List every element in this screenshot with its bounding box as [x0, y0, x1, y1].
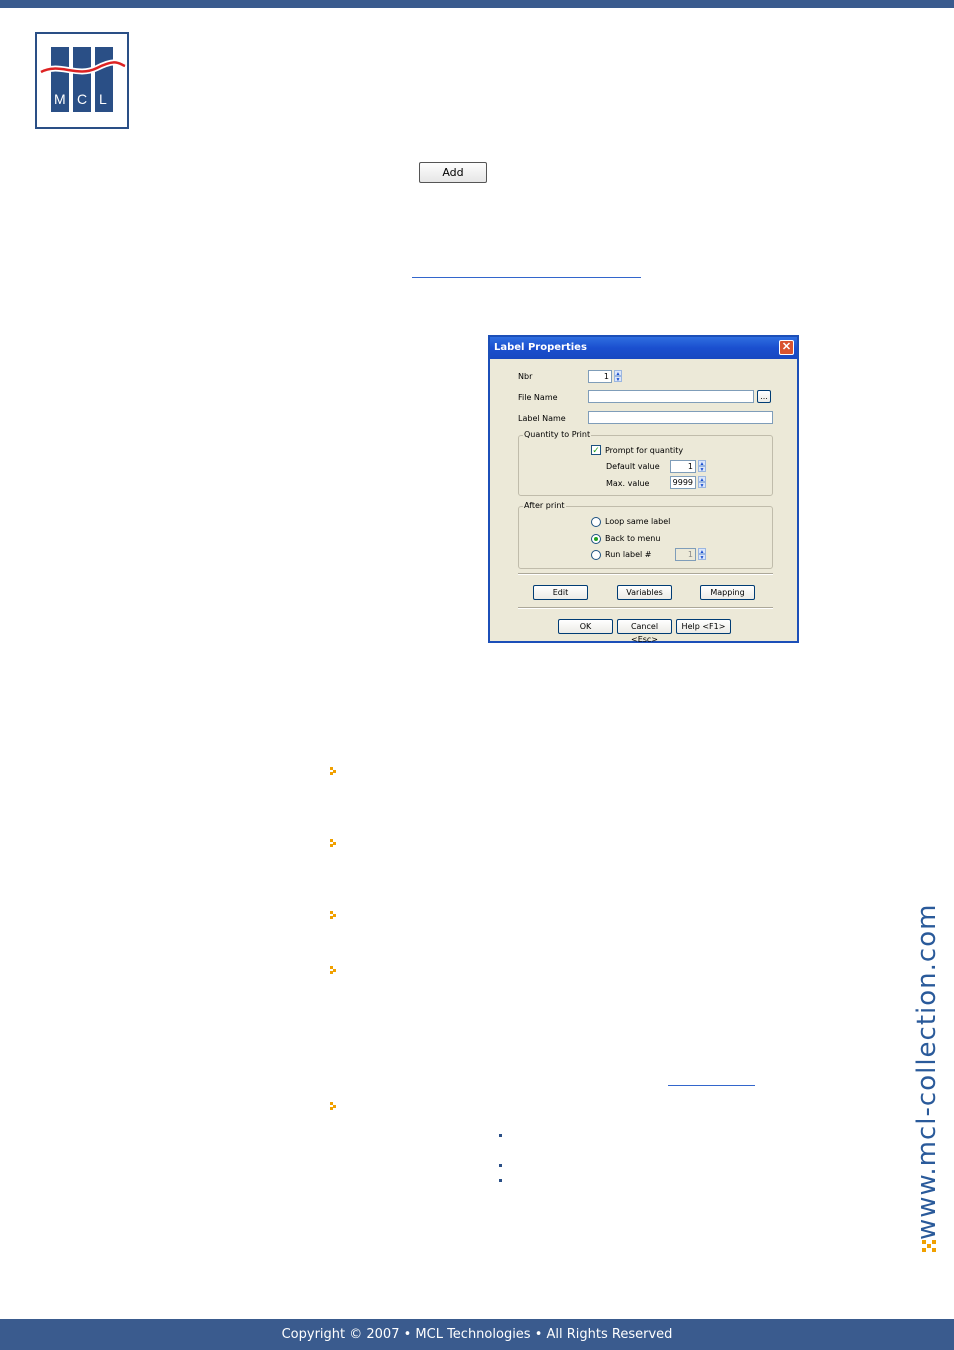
- run-label-radio[interactable]: [591, 550, 601, 560]
- dialog-title: Label Properties: [494, 342, 587, 353]
- max-value-field[interactable]: 9999: [670, 476, 696, 489]
- hyperlink-underline[interactable]: [412, 277, 641, 278]
- logo-letter-l: L: [99, 91, 107, 107]
- run-label-spinner[interactable]: ▲ ▼: [698, 548, 706, 561]
- max-value-spinner[interactable]: ▲ ▼: [698, 476, 706, 489]
- edit-button[interactable]: Edit: [533, 585, 588, 600]
- cancel-button[interactable]: Cancel <Esc>: [617, 619, 672, 644]
- ok-button[interactable]: OK: [558, 619, 613, 634]
- mapping-button[interactable]: Mapping: [700, 585, 755, 600]
- label-name-field[interactable]: [588, 411, 773, 424]
- prompt-label: Prompt for quantity: [605, 446, 684, 455]
- label-properties-dialog: Label Properties ✕ Nbr 1 ▲ ▼ File Name ..…: [488, 335, 799, 644]
- dialog-titlebar[interactable]: Label Properties ✕: [490, 337, 797, 359]
- bullet-arrow-icon: [330, 966, 336, 974]
- quantity-group-title: Quantity to Print: [523, 430, 592, 439]
- sub-bullet-icon: [499, 1179, 502, 1182]
- separator: [518, 573, 773, 575]
- loop-same-label-radio[interactable]: [591, 517, 601, 527]
- back-to-menu-label: Back to menu: [605, 534, 661, 543]
- default-value-field[interactable]: 1: [670, 460, 696, 473]
- logo-letter-c: C: [77, 91, 87, 107]
- help-button[interactable]: Help <F1>: [676, 619, 731, 634]
- after-print-group-title: After print: [523, 501, 566, 510]
- file-name-label: File Name: [518, 393, 558, 402]
- nbr-field[interactable]: 1: [588, 370, 612, 383]
- website-url: www.mcl-collection.com: [912, 903, 942, 1240]
- run-label-value: 1: [687, 550, 693, 559]
- default-value-spinner[interactable]: ▲ ▼: [698, 460, 706, 473]
- mcl-logo: M C L TECHNOLOGIES: [35, 32, 129, 129]
- run-label-field[interactable]: 1: [675, 548, 696, 561]
- copyright-text: Copyright © 2007 • MCL Technologies • Al…: [281, 1327, 673, 1342]
- add-button[interactable]: Add: [419, 162, 487, 183]
- max-value: 9999: [672, 478, 693, 487]
- nbr-label: Nbr: [518, 372, 533, 381]
- bullet-arrow-icon: [330, 1102, 336, 1110]
- loop-same-label-label: Loop same label: [605, 517, 671, 526]
- separator: [518, 607, 773, 609]
- bullet-arrow-icon: [330, 911, 336, 919]
- bullet-arrow-icon: [330, 767, 336, 775]
- logo-letter-m: M: [54, 91, 66, 107]
- sub-bullet-icon: [499, 1164, 502, 1167]
- hyperlink-underline[interactable]: [668, 1085, 755, 1086]
- prompt-checkbox[interactable]: ✓: [591, 445, 601, 455]
- run-label-label: Run label #: [605, 550, 652, 559]
- logo-subtitle: TECHNOLOGIES: [50, 113, 114, 122]
- bullet-arrow-icon: [330, 839, 336, 847]
- nbr-spinner[interactable]: ▲ ▼: [614, 370, 622, 383]
- sub-bullet-icon: [499, 1134, 502, 1137]
- footer-bar: Copyright © 2007 • MCL Technologies • Al…: [0, 1319, 954, 1350]
- top-bar: [0, 0, 954, 8]
- default-value-label: Default value: [606, 462, 660, 471]
- label-name-label: Label Name: [518, 414, 566, 423]
- file-name-field[interactable]: [588, 390, 754, 403]
- back-to-menu-radio[interactable]: [591, 534, 601, 544]
- max-value-label: Max. value: [606, 479, 650, 488]
- site-arrow-icon: [922, 1240, 936, 1252]
- close-icon[interactable]: ✕: [779, 340, 794, 355]
- default-value: 1: [687, 462, 693, 471]
- variables-button[interactable]: Variables: [617, 585, 672, 600]
- browse-button[interactable]: ...: [757, 390, 771, 403]
- nbr-value: 1: [603, 372, 609, 381]
